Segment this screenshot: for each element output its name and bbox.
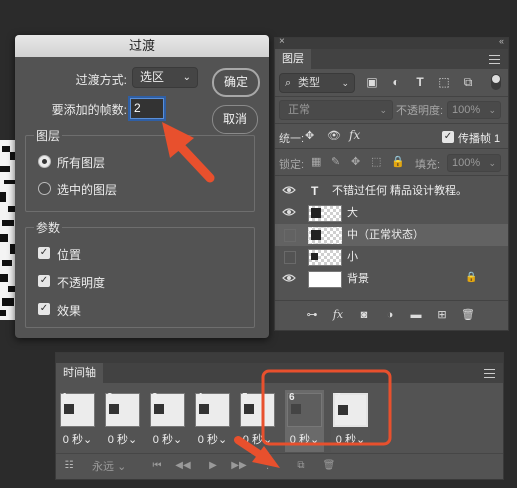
highlight-box [261, 369, 392, 446]
annotation-overlay [162, 122, 392, 468]
arrow-to-frames-input [162, 122, 215, 183]
